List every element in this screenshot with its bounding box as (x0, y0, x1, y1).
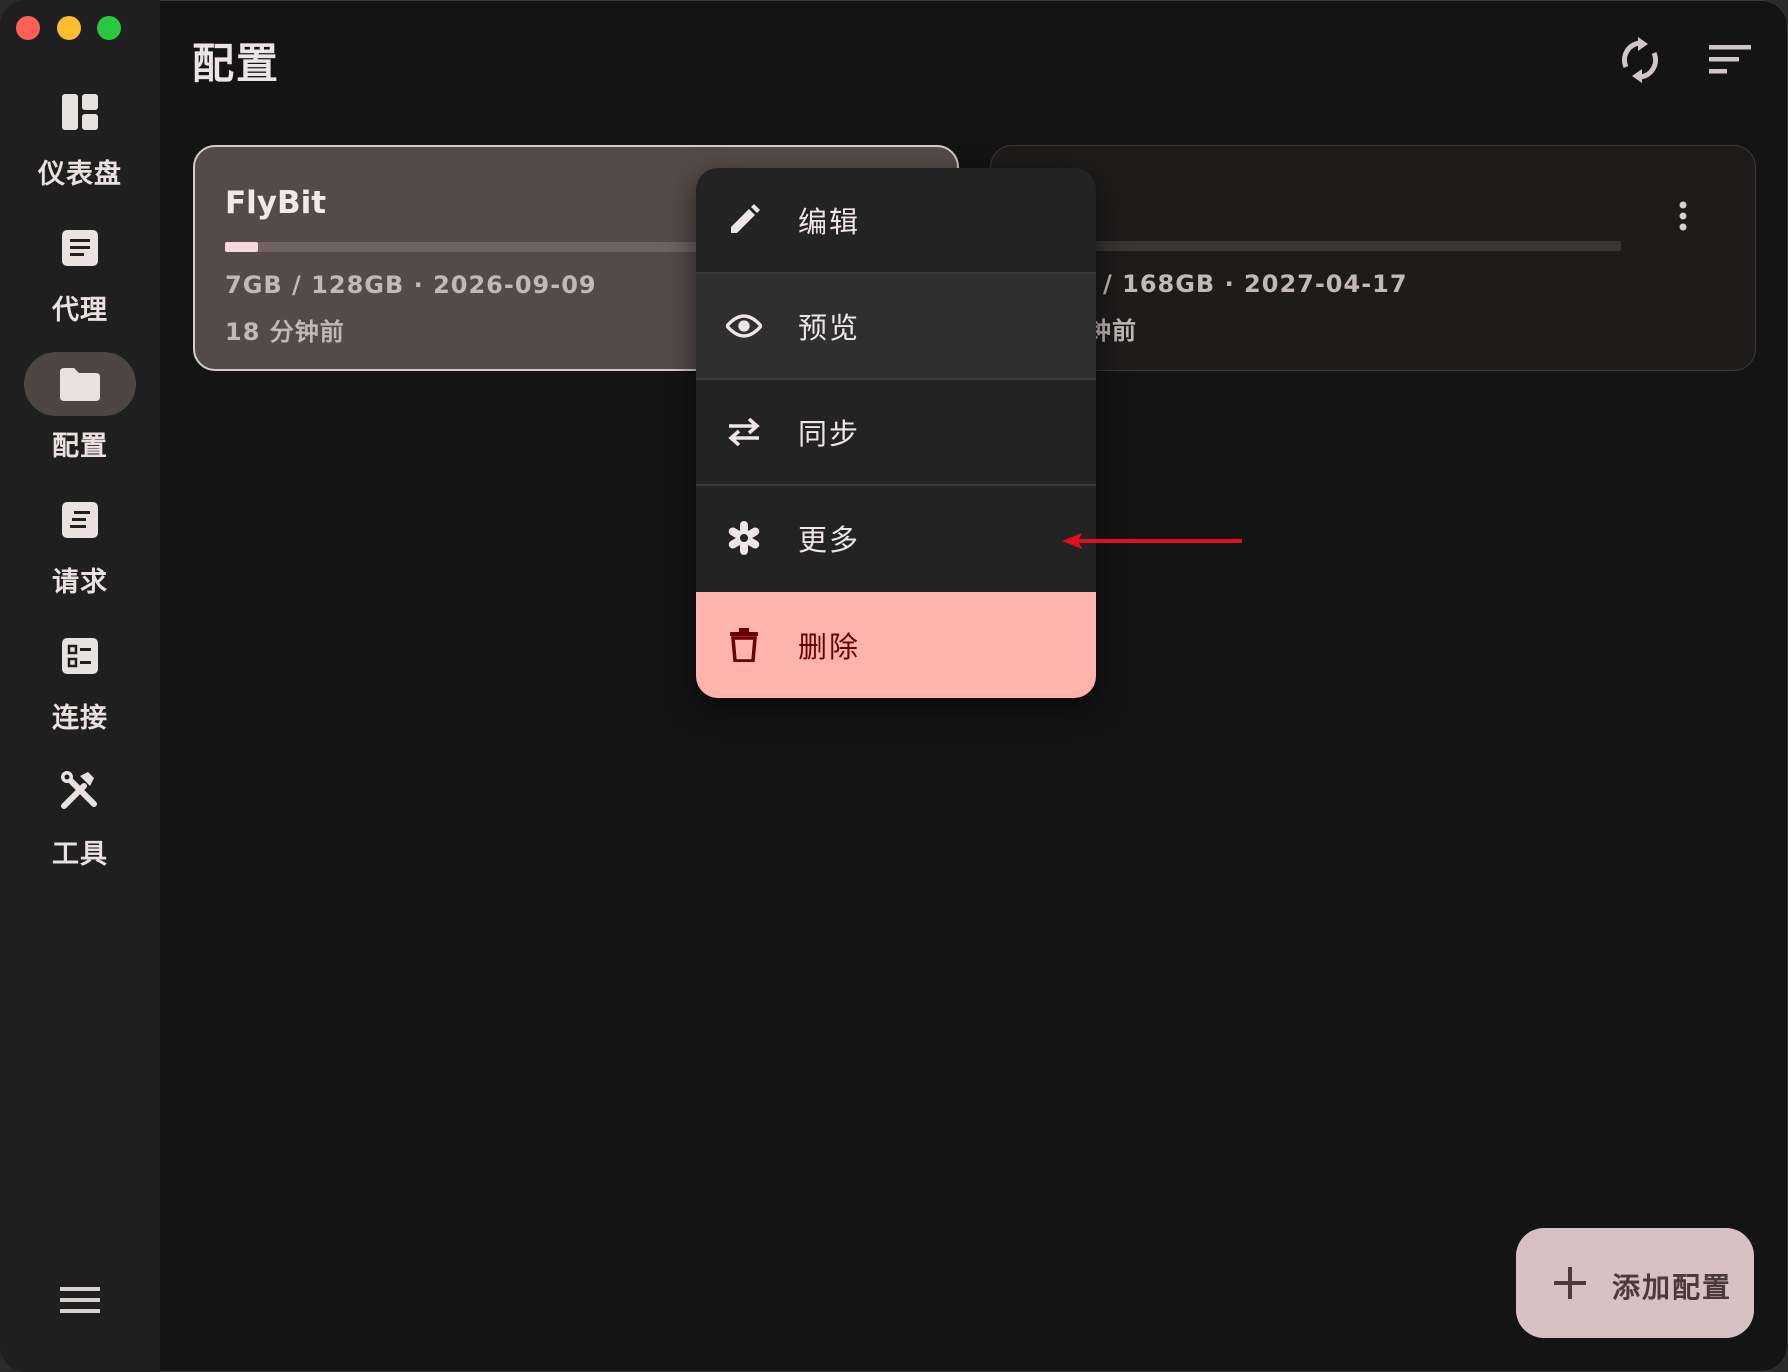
profile-usage: 7GB / 128GB · 2026-09-09 (225, 271, 597, 299)
sidebar-item-label: 配置 (52, 431, 108, 462)
sync-button[interactable] (1612, 32, 1668, 88)
nav-pill (24, 488, 136, 552)
usage-progress-fill (225, 242, 258, 252)
sidebar-item-requests[interactable]: 请求 (0, 488, 160, 608)
menu-item-label: 删除 (798, 630, 861, 664)
sort-button[interactable] (1702, 32, 1758, 88)
edit-pencil-icon (726, 202, 762, 238)
folder-icon (60, 368, 100, 401)
profile-updated: 18 分钟前 (225, 318, 345, 346)
nav-pill (24, 80, 136, 144)
nav-pill (24, 624, 136, 688)
sidebar-item-label: 工具 (52, 839, 108, 870)
menu-item-sync[interactable]: 同步 (696, 380, 1096, 484)
sidebar: 仪表盘 代理 配置 请求 连接 工具 (0, 0, 160, 1372)
kebab-menu-icon (1679, 201, 1687, 231)
minimize-window-button[interactable] (57, 16, 81, 40)
sidebar-item-dashboard[interactable]: 仪表盘 (0, 80, 160, 200)
menu-item-label: 同步 (798, 417, 861, 451)
page-title: 配置 (192, 39, 281, 88)
sidebar-item-label: 代理 (52, 295, 108, 326)
nav-pill (24, 216, 136, 280)
add-profile-label: 添加配置 (1612, 1271, 1733, 1304)
hamburger-menu-button[interactable] (56, 1280, 104, 1320)
sidebar-item-tools[interactable]: 工具 (0, 760, 160, 880)
connections-icon (62, 638, 98, 674)
nav-pill (24, 760, 136, 824)
profile-card[interactable]: / 168GB · 2027-04-17 钟前 (990, 145, 1756, 371)
close-window-button[interactable] (16, 16, 40, 40)
sync-icon (1621, 37, 1659, 83)
sidebar-item-connections[interactable]: 连接 (0, 624, 160, 744)
menu-item-label: 编辑 (798, 205, 861, 239)
menu-item-label: 预览 (798, 311, 861, 345)
sidebar-item-label: 连接 (52, 703, 108, 734)
nav-pill-active (24, 352, 136, 416)
sidebar-item-label: 仪表盘 (38, 159, 122, 190)
annotation-arrow (1062, 533, 1242, 549)
more-asterisk-icon (726, 520, 762, 556)
sidebar-item-label: 请求 (52, 567, 108, 598)
profile-usage: / 168GB · 2027-04-17 (1103, 270, 1408, 298)
menu-item-more[interactable]: 更多 (696, 486, 1096, 590)
menu-item-label: 更多 (798, 523, 861, 557)
plus-icon (1554, 1267, 1586, 1299)
menu-item-preview[interactable]: 预览 (696, 274, 1096, 378)
swap-arrows-icon (726, 414, 762, 450)
app-window: 仪表盘 代理 配置 请求 连接 工具 配置 FlyBit 7GB / 128GB… (0, 0, 1788, 1372)
sort-icon (1709, 45, 1751, 74)
proxy-list-icon (62, 230, 98, 266)
sidebar-item-proxy[interactable]: 代理 (0, 216, 160, 336)
trash-icon (726, 627, 762, 663)
menu-item-delete[interactable]: 删除 (696, 592, 1096, 698)
profile-more-button[interactable] (1663, 186, 1703, 246)
usage-progress-bar (1091, 241, 1621, 251)
eye-icon (726, 308, 762, 344)
profile-name: FlyBit (225, 185, 327, 221)
menu-item-edit[interactable]: 编辑 (696, 168, 1096, 272)
tools-icon (61, 771, 97, 809)
requests-icon (62, 502, 98, 538)
zoom-window-button[interactable] (97, 16, 121, 40)
dashboard-icon (62, 94, 98, 130)
profile-context-menu: 编辑 预览 同步 更多 删除 (696, 168, 1096, 698)
add-profile-button[interactable]: 添加配置 (1516, 1228, 1754, 1338)
hamburger-menu-icon (60, 1287, 100, 1313)
sidebar-item-profiles[interactable]: 配置 (0, 352, 160, 472)
